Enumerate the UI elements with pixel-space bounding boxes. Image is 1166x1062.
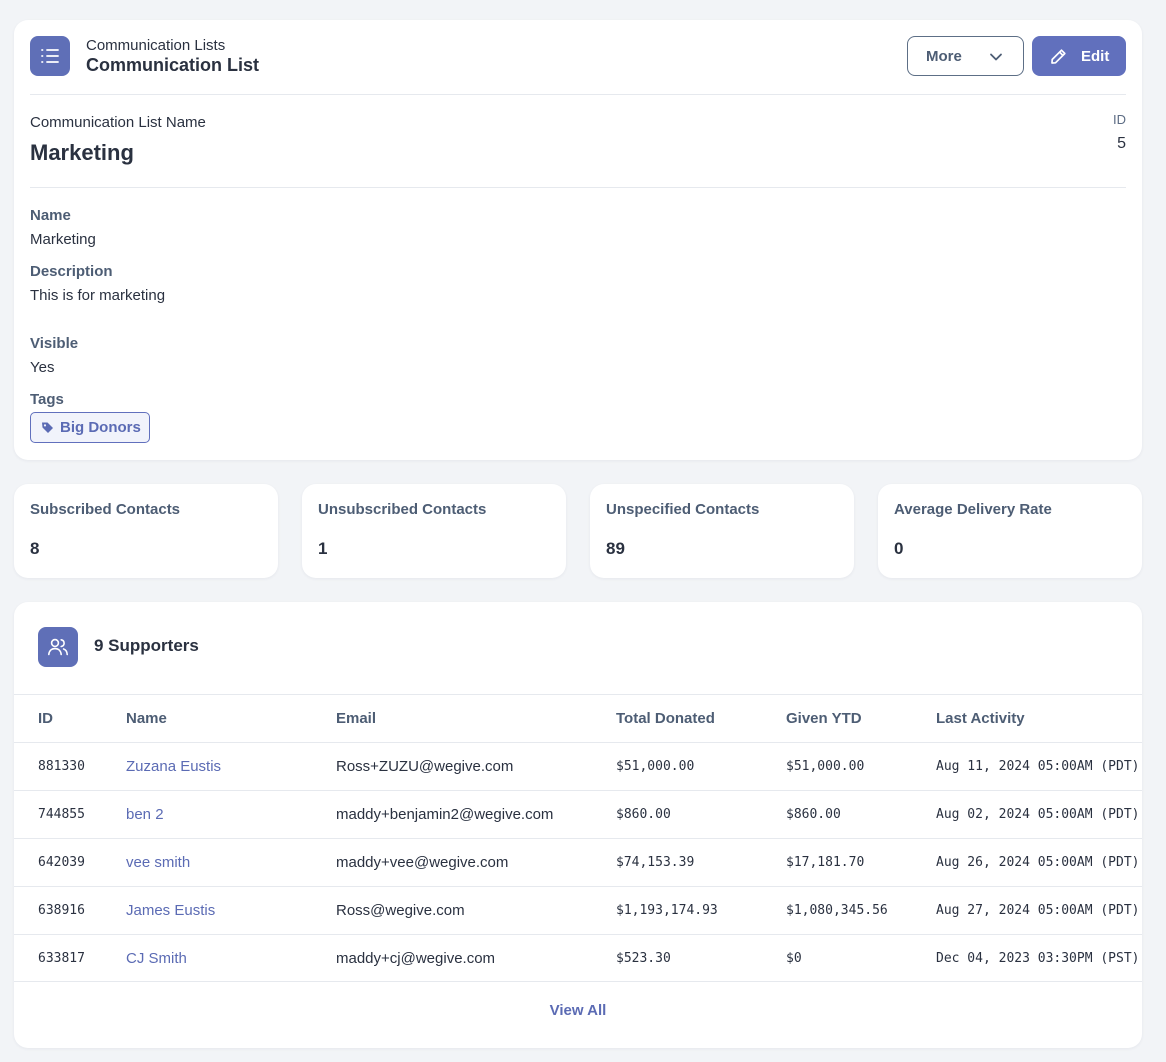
list-icon [30, 36, 70, 76]
supporter-email: maddy+cj@wegive.com [336, 950, 496, 967]
view-all-link[interactable]: View All [14, 1002, 1142, 1019]
column-header-total-donated[interactable]: Total Donated [616, 695, 715, 743]
supporter-given-ytd: $0 [786, 951, 802, 966]
stat-title: Unspecified Contacts [606, 501, 760, 518]
supporter-last-activity: Dec 04, 2023 03:30PM (PST) [936, 951, 1140, 966]
supporter-given-ytd: $17,181.70 [786, 855, 865, 870]
description-label: Description [30, 263, 113, 280]
supporters-table: ID Name Email Total Donated Given YTD La… [14, 694, 1142, 982]
table-row[interactable]: 744855 ben 2 maddy+benjamin2@wegive.com … [14, 790, 1142, 838]
supporter-last-activity: Aug 27, 2024 05:00AM (PDT) [936, 903, 1140, 918]
supporter-id: 638916 [38, 903, 85, 918]
visible-value: Yes [30, 359, 55, 376]
supporter-given-ytd: $51,000.00 [786, 759, 865, 774]
supporter-name-link[interactable]: James Eustis [126, 887, 215, 935]
table-row[interactable]: 638916 James Eustis Ross@wegive.com $1,1… [14, 886, 1142, 934]
supporter-last-activity: Aug 26, 2024 05:00AM (PDT) [936, 855, 1140, 870]
tag-icon [42, 422, 53, 433]
table-row[interactable]: 633817 CJ Smith maddy+cj@wegive.com $523… [14, 934, 1142, 982]
supporter-last-activity: Aug 11, 2024 05:00AM (PDT) [936, 759, 1140, 774]
page-title: Communication List [86, 55, 260, 75]
id-value: 5 [1117, 135, 1126, 152]
description-value: This is for marketing [30, 287, 166, 304]
edit-button-label: Edit [1081, 47, 1110, 65]
more-button[interactable]: More [907, 36, 1024, 76]
table-header-row: ID Name Email Total Donated Given YTD La… [14, 694, 1142, 742]
stat-unspecified-contacts: Unspecified Contacts 89 [590, 484, 854, 578]
supporter-email: maddy+vee@wegive.com [336, 854, 509, 871]
supporter-id: 642039 [38, 855, 85, 870]
edit-button[interactable]: Edit [1032, 36, 1126, 76]
users-icon [38, 627, 78, 667]
divider [30, 187, 1126, 188]
supporter-name-link[interactable]: ben 2 [126, 791, 164, 839]
table-row[interactable]: 642039 vee smith maddy+vee@wegive.com $7… [14, 838, 1142, 886]
name-value: Marketing [30, 231, 96, 248]
supporter-total-donated: $523.30 [616, 951, 671, 966]
supporter-id: 633817 [38, 951, 85, 966]
name-label: Name [30, 207, 71, 224]
column-header-last-activity[interactable]: Last Activity [936, 695, 1025, 743]
supporter-id: 881330 [38, 759, 85, 774]
pencil-icon [1051, 48, 1066, 64]
stat-subscribed-contacts: Subscribed Contacts 8 [14, 484, 278, 578]
supporter-given-ytd: $1,080,345.56 [786, 903, 888, 918]
supporter-name-link[interactable]: CJ Smith [126, 935, 187, 983]
stat-average-delivery-rate: Average Delivery Rate 0 [878, 484, 1142, 578]
breadcrumb[interactable]: Communication Lists [86, 37, 225, 54]
supporter-total-donated: $74,153.39 [616, 855, 695, 870]
tag-chip[interactable]: Big Donors [30, 412, 150, 443]
supporter-email: Ross@wegive.com [336, 902, 465, 919]
communication-list-card: Communication Lists Communication List M… [14, 20, 1142, 460]
visible-label: Visible [30, 335, 79, 352]
supporters-card: 9 Supporters ID Name Email Total Donated… [14, 602, 1142, 1048]
supporter-total-donated: $51,000.00 [616, 759, 695, 774]
stat-value: 89 [606, 539, 625, 558]
supporter-given-ytd: $860.00 [786, 807, 841, 822]
supporter-last-activity: Aug 02, 2024 05:00AM (PDT) [936, 807, 1140, 822]
divider [30, 94, 1126, 95]
column-header-name[interactable]: Name [126, 695, 167, 743]
supporter-email: maddy+benjamin2@wegive.com [336, 806, 554, 823]
list-name-value: Marketing [30, 140, 134, 165]
supporter-email: Ross+ZUZU@wegive.com [336, 758, 514, 775]
stat-value: 8 [30, 539, 40, 558]
tag-label: Big Donors [60, 419, 141, 436]
supporter-id: 744855 [38, 807, 85, 822]
supporter-name-link[interactable]: vee smith [126, 839, 190, 887]
stat-unsubscribed-contacts: Unsubscribed Contacts 1 [302, 484, 566, 578]
more-button-label: More [926, 47, 962, 65]
column-header-given-ytd[interactable]: Given YTD [786, 695, 862, 743]
chevron-down-icon [990, 53, 1002, 61]
stat-title: Subscribed Contacts [30, 501, 181, 518]
stat-value: 1 [318, 539, 328, 558]
id-caption: ID [1113, 112, 1126, 127]
supporter-name-link[interactable]: Zuzana Eustis [126, 743, 221, 791]
supporter-total-donated: $860.00 [616, 807, 671, 822]
column-header-email[interactable]: Email [336, 695, 376, 743]
tags-label: Tags [30, 391, 64, 408]
stat-title: Average Delivery Rate [894, 501, 1052, 518]
stat-title: Unsubscribed Contacts [318, 501, 487, 518]
table-row[interactable]: 881330 Zuzana Eustis Ross+ZUZU@wegive.co… [14, 742, 1142, 790]
supporter-total-donated: $1,193,174.93 [616, 903, 718, 918]
supporters-title: 9 Supporters [94, 636, 199, 655]
column-header-id[interactable]: ID [38, 695, 53, 743]
list-name-caption: Communication List Name [30, 114, 206, 131]
stat-value: 0 [894, 539, 904, 558]
